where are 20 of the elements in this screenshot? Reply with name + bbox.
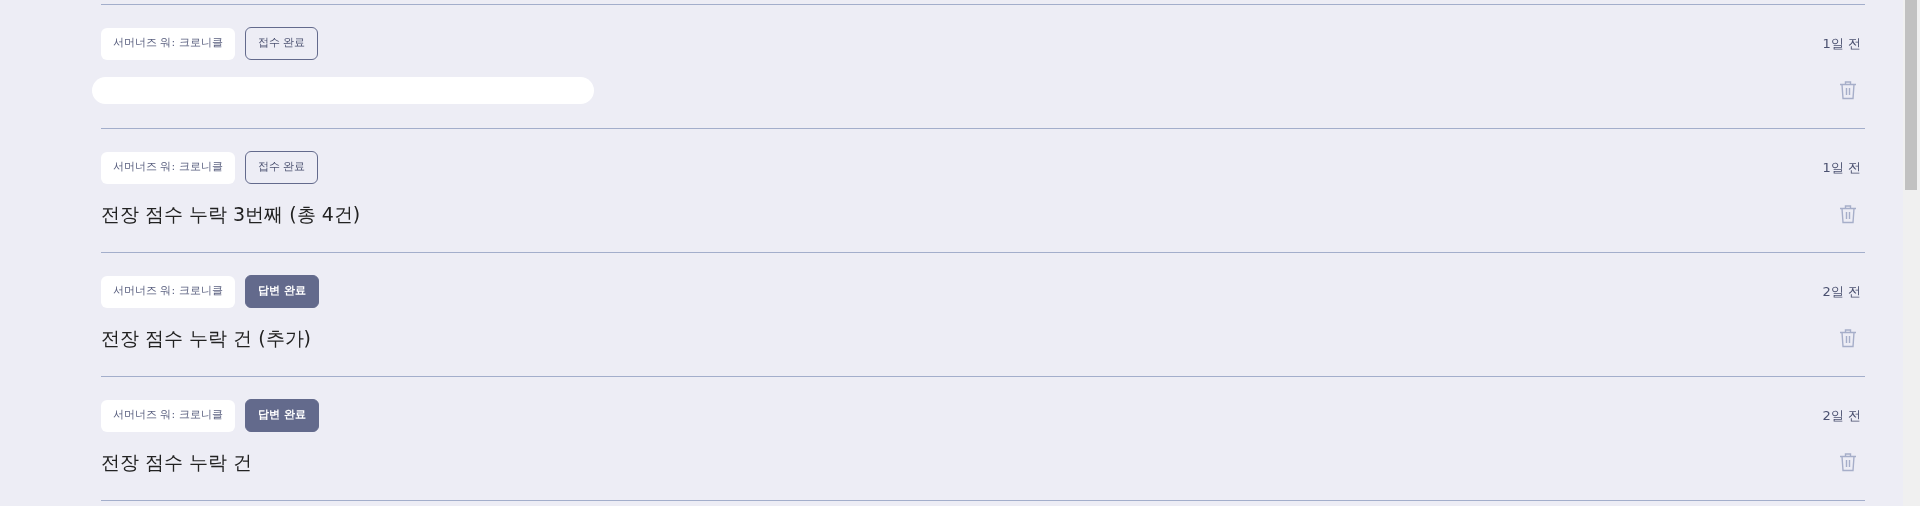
game-tag: 서머너즈 워: 크로니클 [101,27,235,60]
delete-icon[interactable] [1839,452,1857,472]
post-title[interactable]: 전장 점수 누락 3번째 (총 4건) [101,199,361,229]
status-badge: 접수 완료 [244,27,319,60]
post-time: 1일 전 [1822,34,1861,53]
post-title[interactable]: 전장 점수 누락 건 [101,447,253,477]
delete-icon[interactable] [1839,204,1857,224]
delete-icon[interactable] [1839,80,1857,100]
status-badge: 답변 완료 [244,399,319,432]
game-tag: 서머너즈 워: 크로니클 [101,275,235,308]
post-title[interactable]: 전장 점수 누락 건 (추가) [101,323,311,353]
status-badge: 접수 완료 [244,151,319,184]
post-time: 2일 전 [1822,282,1861,301]
status-badge: 답변 완료 [244,275,319,308]
game-tag: 서머너즈 워: 크로니클 [101,151,235,184]
post-time: 2일 전 [1822,406,1861,425]
post-time: 1일 전 [1822,158,1861,177]
delete-icon[interactable] [1839,328,1857,348]
scrollbar-thumb[interactable] [1905,0,1917,190]
game-tag: 서머너즈 워: 크로니클 [101,399,235,432]
